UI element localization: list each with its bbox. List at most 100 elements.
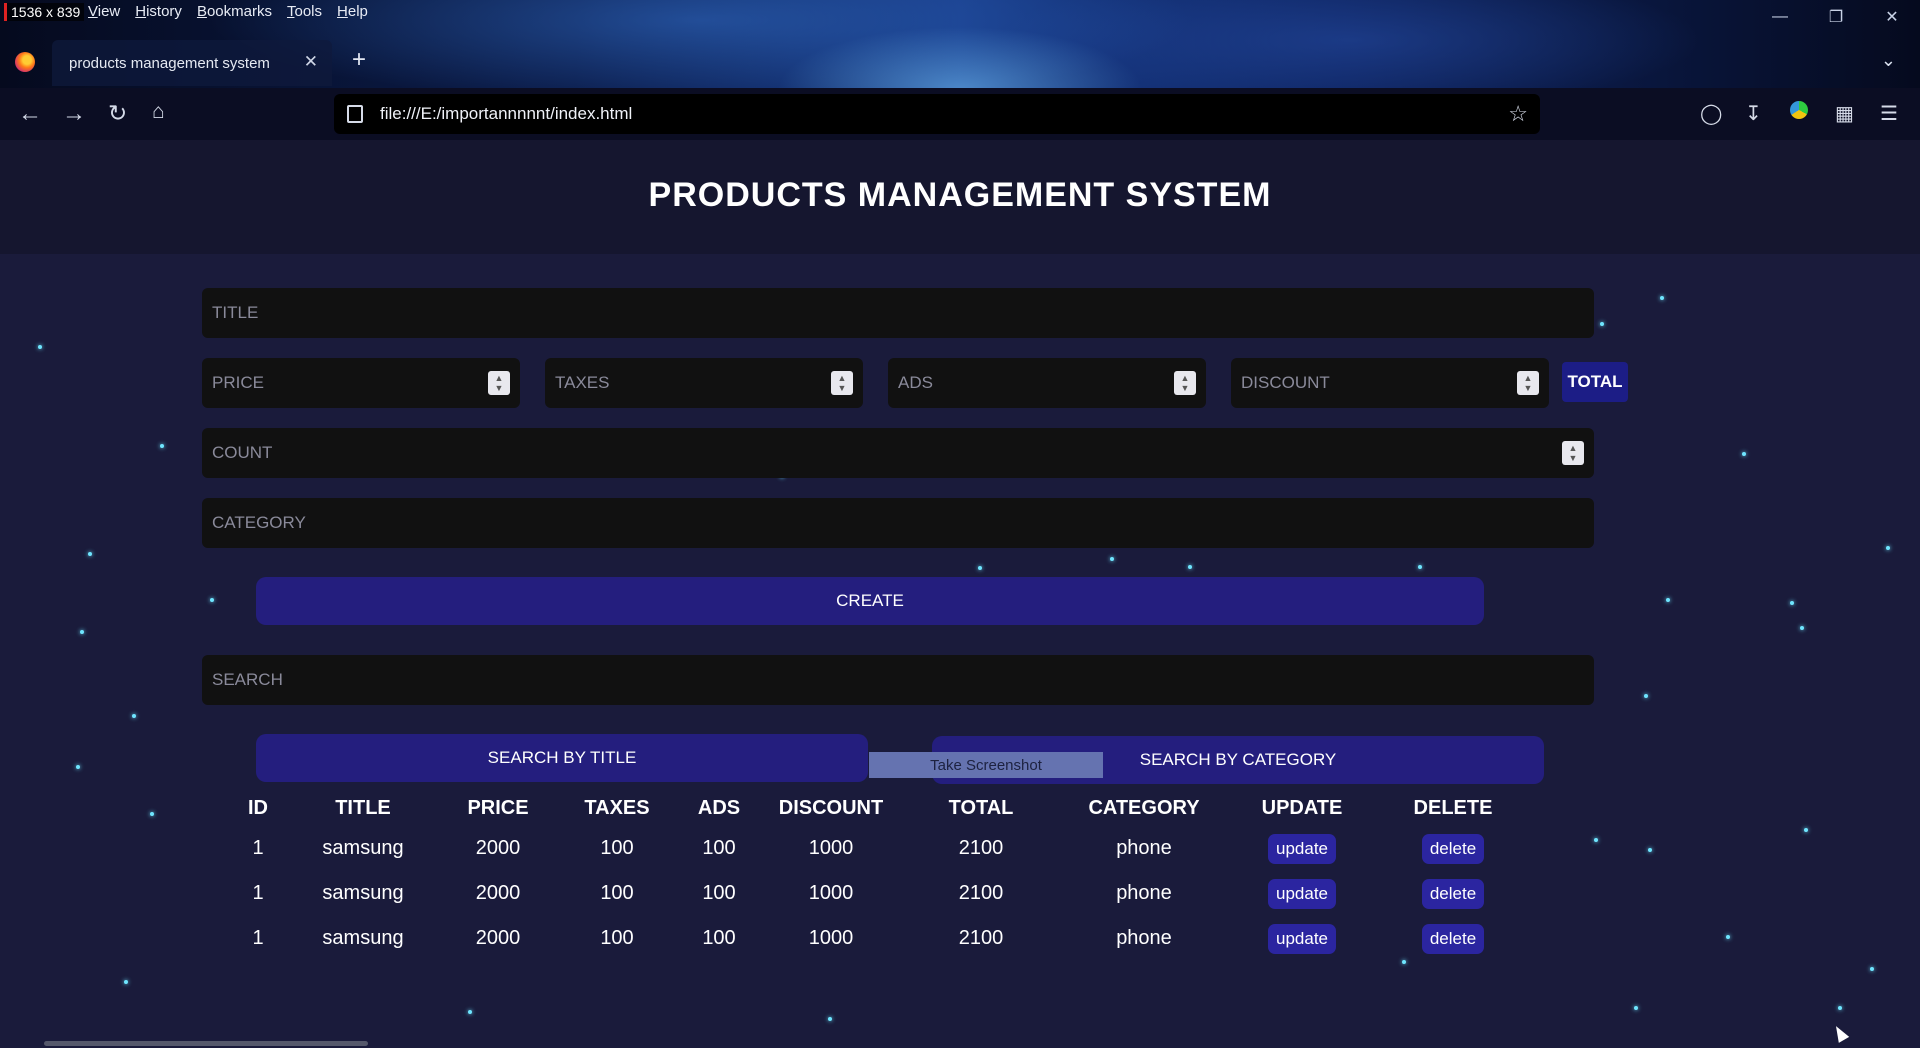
create-button[interactable]: CREATE (256, 577, 1484, 625)
menu-tools[interactable]: Tools (287, 3, 322, 20)
star-dot (1644, 694, 1648, 698)
url-text[interactable]: file:///E:/importannnnnt/index.html (380, 104, 632, 124)
hamburger-menu-icon[interactable]: ☰ (1880, 101, 1898, 126)
tab-list-chevron-icon[interactable]: ⌄ (1881, 50, 1896, 71)
delete-button[interactable]: delete (1421, 923, 1485, 954)
browser-tab[interactable]: products management system ✕ (52, 40, 332, 86)
star-dot (468, 1010, 472, 1014)
star-dot (1600, 322, 1604, 326)
menu-bookmarks[interactable]: Bookmarks (197, 3, 272, 20)
delete-button[interactable]: delete (1421, 833, 1485, 864)
cell-ads: 100 (702, 837, 736, 859)
update-button[interactable]: update (1268, 923, 1336, 954)
cell-title: samsung (322, 882, 404, 904)
price-spinner-icon[interactable]: ▲ ▼ (488, 371, 510, 395)
cell-taxes: 100 (600, 927, 634, 949)
price-input[interactable]: PRICE ▲ ▼ (202, 358, 520, 408)
firefox-logo-icon (15, 52, 35, 72)
restore-icon[interactable]: ❐ (1808, 0, 1864, 34)
table-row: 1 samsung 2000 100 100 1000 2100 phone u… (230, 871, 1530, 916)
new-tab-icon[interactable]: + (352, 46, 366, 74)
page-title: PRODUCTS MANAGEMENT SYSTEM (648, 176, 1272, 214)
cell-taxes: 100 (600, 882, 634, 904)
back-icon[interactable]: ← (18, 100, 42, 128)
update-button[interactable]: update (1268, 878, 1336, 909)
header-total: TOTAL (948, 796, 1014, 819)
home-icon[interactable]: ⌂ (152, 100, 165, 124)
search-input-placeholder: SEARCH (212, 670, 283, 689)
menu-help[interactable]: Help (337, 3, 368, 20)
delete-button[interactable]: delete (1421, 878, 1485, 909)
cell-discount: 1000 (808, 927, 854, 949)
star-dot (1870, 967, 1874, 971)
taxes-spinner-icon[interactable]: ▲ ▼ (831, 371, 853, 395)
count-spinner-icon[interactable]: ▲ ▼ (1562, 441, 1584, 465)
taxes-input[interactable]: TAXES ▲ ▼ (545, 358, 863, 408)
download-icon[interactable]: ↧ (1745, 101, 1762, 126)
star-dot (1648, 848, 1652, 852)
star-dot (1110, 557, 1114, 561)
extension-color-icon[interactable] (1790, 101, 1808, 119)
discount-spinner-icon[interactable]: ▲ ▼ (1517, 371, 1539, 395)
header-update: UPDATE (1261, 796, 1343, 819)
price-input-placeholder: PRICE (212, 373, 264, 392)
close-tab-icon[interactable]: ✕ (304, 52, 318, 72)
ads-input[interactable]: ADS ▲ ▼ (888, 358, 1206, 408)
cell-delete: delete (1376, 871, 1530, 916)
search-input[interactable]: SEARCH (202, 655, 1594, 705)
bookmark-star-icon[interactable]: ☆ (1508, 101, 1528, 127)
star-dot (1666, 598, 1670, 602)
taxes-input-placeholder: TAXES (555, 373, 610, 392)
star-dot (160, 444, 164, 448)
cell-id: 1 (252, 882, 264, 904)
ads-input-placeholder: ADS (898, 373, 933, 392)
cell-update: update (1228, 826, 1376, 871)
star-dot (1188, 565, 1192, 569)
discount-input[interactable]: DISCOUNT ▲ ▼ (1231, 358, 1549, 408)
cell-price: 2000 (475, 837, 521, 859)
header-discount: DISCOUNT (778, 796, 884, 819)
extensions-puzzle-icon[interactable]: ▦ (1835, 101, 1854, 126)
take-screenshot-tooltip[interactable]: Take Screenshot (869, 752, 1103, 778)
star-dot (1742, 452, 1746, 456)
cell-delete: delete (1376, 826, 1530, 871)
count-input[interactable]: COUNT ▲ ▼ (202, 428, 1594, 478)
table-header-row: ID TITLE PRICE TAXES ADS DISCOUNT TOTAL … (230, 790, 1530, 826)
horizontal-scrollbar[interactable] (44, 1041, 368, 1046)
minimize-icon[interactable]: — (1752, 0, 1808, 34)
reload-icon[interactable]: ↻ (108, 100, 127, 127)
forward-icon[interactable]: → (62, 100, 86, 128)
star-dot (1886, 546, 1890, 550)
star-dot (1594, 838, 1598, 842)
browser-titlebar: 1536 x 839 View History Bookmarks Tools … (0, 0, 1920, 88)
cell-discount: 1000 (808, 837, 854, 859)
cell-category: phone (1116, 837, 1172, 859)
tab-title: products management system (69, 54, 270, 72)
star-dot (1804, 828, 1808, 832)
menu-view[interactable]: View (88, 3, 120, 20)
pocket-icon[interactable]: ◯ (1700, 101, 1722, 126)
page-viewport: PRODUCTS MANAGEMENT SYSTEM TITLE PRICE ▲… (0, 140, 1920, 1048)
cell-id: 1 (252, 927, 264, 949)
page-document-icon (347, 105, 363, 123)
url-bar[interactable]: file:///E:/importannnnnt/index.html ☆ (334, 94, 1540, 134)
ads-spinner-icon[interactable]: ▲ ▼ (1174, 371, 1196, 395)
close-window-icon[interactable]: ✕ (1864, 0, 1920, 34)
cell-total: 2100 (958, 882, 1004, 904)
total-badge: TOTAL (1562, 362, 1628, 402)
cell-update: update (1228, 871, 1376, 916)
header-delete: DELETE (1413, 796, 1493, 819)
title-input-placeholder: TITLE (212, 303, 259, 322)
update-button[interactable]: update (1268, 833, 1336, 864)
header-price: PRICE (467, 796, 529, 819)
star-dot (80, 630, 84, 634)
title-input[interactable]: TITLE (202, 288, 1594, 338)
category-input[interactable]: CATEGORY (202, 498, 1594, 548)
search-by-title-button[interactable]: SEARCH BY TITLE (256, 734, 868, 782)
cell-total: 2100 (958, 927, 1004, 949)
star-dot (132, 714, 136, 718)
menu-history[interactable]: History (135, 3, 182, 20)
star-dot (1838, 1006, 1842, 1010)
star-dot (1418, 565, 1422, 569)
page-header: PRODUCTS MANAGEMENT SYSTEM (0, 140, 1920, 254)
